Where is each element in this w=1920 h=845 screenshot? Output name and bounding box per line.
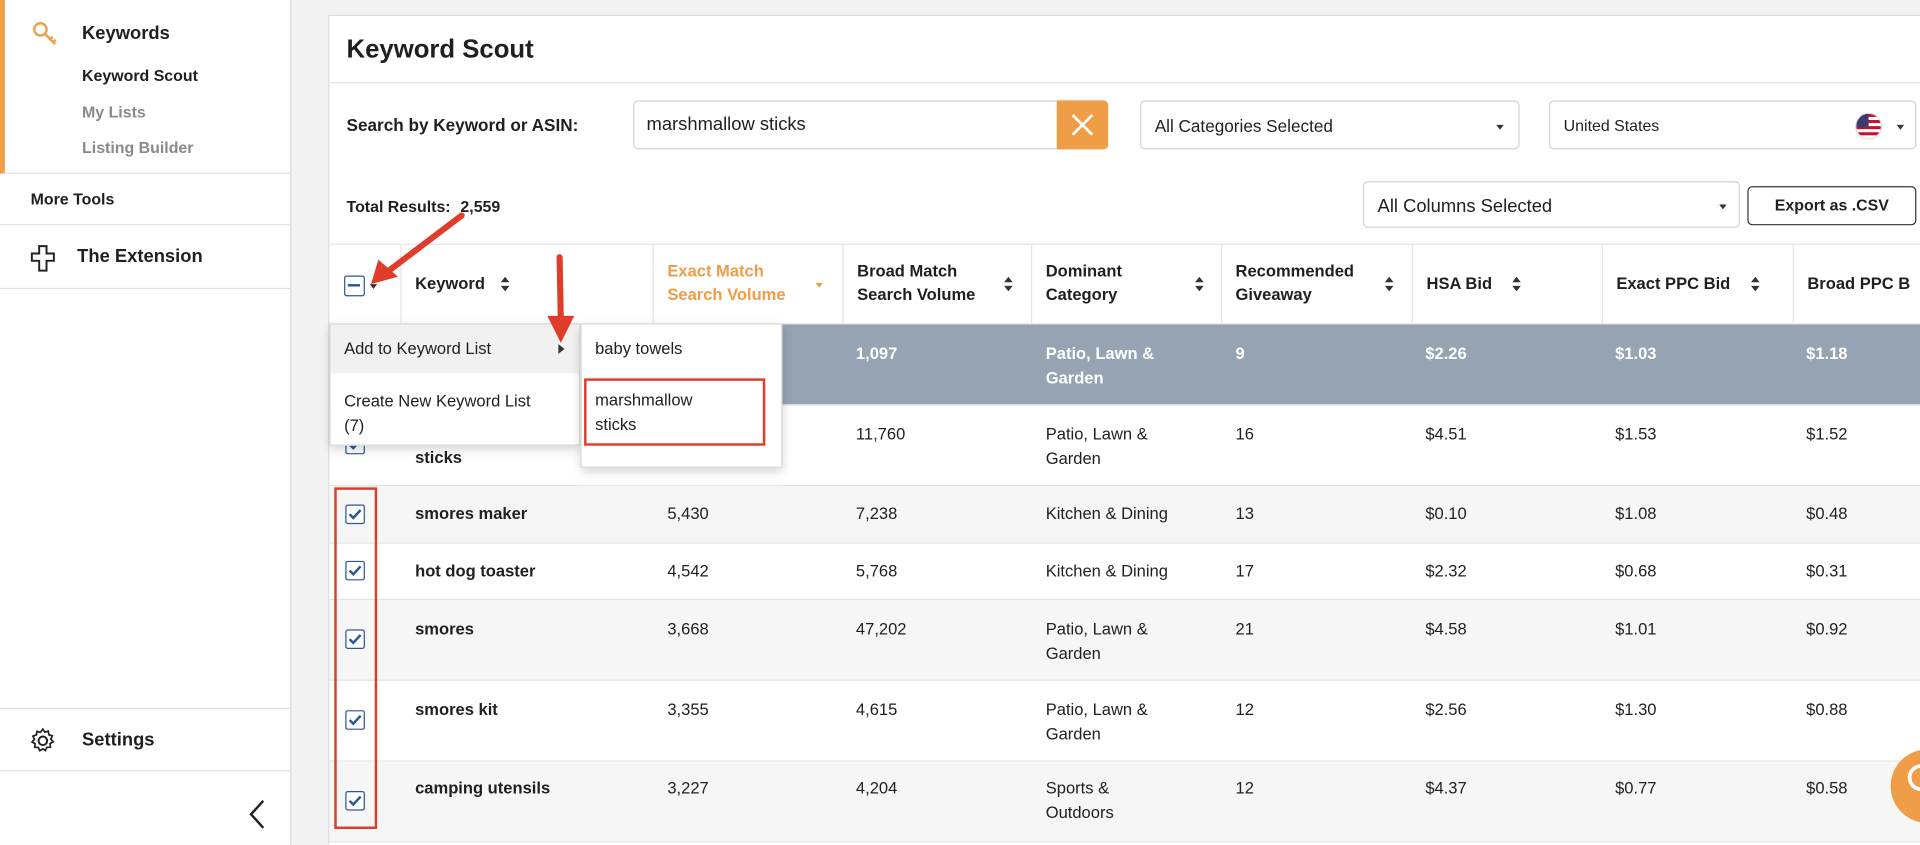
sort-desc-icon [815,282,823,288]
search-box [633,100,1109,150]
sort-icon [1512,276,1521,292]
column-header-broad-match[interactable]: Broad Match Search Volume [842,244,1031,324]
sort-icon [500,276,510,292]
column-header-exact-ppc-bid[interactable]: Exact PPC Bid [1601,244,1793,324]
menu-item-create-new-list[interactable]: Create New Keyword List (7) [331,373,580,446]
search-label: Search by Keyword or ASIN: [346,115,579,135]
caret-down-icon [1496,124,1504,130]
column-header-broad-ppc-bid[interactable]: Broad PPC B [1792,244,1920,324]
sidebar-more-tools-label: More Tools [30,189,115,209]
submenu-item-baby-towels[interactable]: baby towels [582,324,782,373]
close-icon [1071,114,1094,136]
table-row[interactable]: smores kit 3,355 4,615 Patio, Lawn & Gard… [329,681,1920,762]
table-row[interactable]: smores maker 5,430 7,238 Kitchen & Dinin… [329,486,1920,544]
sort-icon [1004,276,1013,292]
us-flag-icon [1855,112,1883,140]
caret-down-icon [1719,204,1727,210]
table-row[interactable]: camping utensils 3,227 4,204 Sports & Out… [329,761,1920,843]
sidebar-extension-label: The Extension [77,246,203,267]
sort-icon [1751,276,1760,292]
column-header-recommended-giveaway[interactable]: Recommended Giveaway [1220,244,1412,324]
sidebar-item-keyword-scout[interactable]: Keyword Scout [82,66,198,84]
key-icon [33,22,57,45]
sidebar-more-tools[interactable]: More Tools [0,174,292,226]
caret-down-icon [1896,124,1905,130]
country-select[interactable]: United States [1548,100,1917,150]
gear-icon [30,727,55,752]
chat-icon [1907,764,1920,792]
columns-select-value: All Columns Selected [1377,195,1553,217]
sidebar-item-listing-builder[interactable]: Listing Builder [82,138,193,156]
columns-select[interactable]: All Columns Selected [1362,181,1741,228]
table-row[interactable]: smores 3,668 47,202 Patio, Lawn & Garden … [329,600,1920,681]
chevron-left-icon[interactable] [245,798,269,830]
annotation-arrow-icon [547,254,575,343]
column-header-exact-match[interactable]: Exact Match Search Volume [652,244,843,324]
sort-icon [1195,276,1204,292]
column-header-dominant-category[interactable]: Dominant Category [1031,244,1221,324]
chevron-right-icon [558,344,565,354]
search-input[interactable] [646,113,1039,135]
sidebar-settings-label: Settings [82,729,155,751]
country-select-value: United States [1563,116,1660,135]
category-select[interactable]: All Categories Selected [1140,100,1520,150]
table-row[interactable]: hot dog toaster 4,542 5,768 Kitchen & Di… [329,544,1920,601]
annotation-arrow-icon [371,212,465,285]
clear-search-button[interactable] [1056,100,1109,150]
bulk-action-menu: Add to Keyword List Create New Keyword L… [329,323,581,446]
column-header-hsa-bid[interactable]: HSA Bid [1411,244,1602,324]
sidebar-item-my-lists[interactable]: My Lists [82,103,146,121]
category-select-value: All Categories Selected [1154,116,1333,136]
sidebar-item-settings[interactable]: Settings [0,707,292,772]
annotation-checkbox-box [334,487,378,829]
sidebar-keywords-section: Keywords Keyword Scout My Lists Listing … [0,0,292,174]
sidebar-item-extension[interactable]: The Extension [0,225,292,289]
annotation-highlight-box [584,378,766,446]
sidebar-keywords-title[interactable]: Keywords [82,23,170,44]
menu-item-add-to-keyword-list[interactable]: Add to Keyword List [330,324,580,374]
puzzle-icon [30,245,55,272]
sort-icon [1384,276,1394,292]
export-csv-button[interactable]: Export as .CSV [1747,186,1917,226]
sidebar: Keywords Keyword Scout My Lists Listing … [0,0,292,845]
page-title: Keyword Scout [346,35,534,64]
